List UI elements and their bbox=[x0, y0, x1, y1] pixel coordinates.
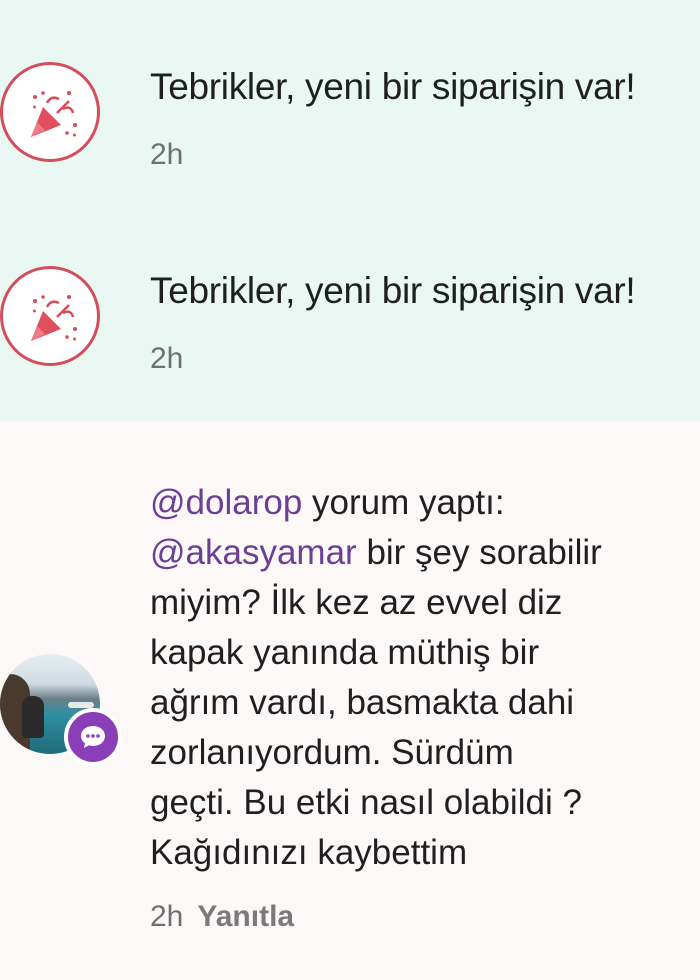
notification-time: 2h bbox=[150, 138, 184, 171]
notification-comment[interactable]: @dolarop yorum yaptı: @akasyamar bir şey… bbox=[0, 422, 700, 980]
username-link[interactable]: @dolarop bbox=[150, 483, 302, 522]
party-popper-icon bbox=[0, 266, 100, 366]
party-popper-icon bbox=[0, 62, 100, 162]
comment-line-1: @dolarop yorum yaptı: bbox=[150, 478, 695, 528]
comment-action: yorum yaptı: bbox=[312, 483, 505, 522]
avatar-person bbox=[22, 696, 44, 738]
comment-line-6: zorlanıyordum. Sürdüm bbox=[150, 733, 514, 772]
reply-button[interactable]: Yanıtla bbox=[197, 900, 294, 933]
notification-time: 2h bbox=[150, 342, 184, 375]
comment-bubble-icon bbox=[64, 708, 122, 766]
comment-line-7: geçti. Bu etki nasıl olabildi ? bbox=[150, 783, 582, 822]
notification-text: Tebrikler, yeni bir siparişin var! bbox=[150, 66, 636, 107]
comment-meta: 2h Yanıtla bbox=[150, 900, 294, 934]
comment-text-part: bir şey sorabilir bbox=[366, 533, 602, 572]
mention-link[interactable]: @akasyamar bbox=[150, 533, 357, 572]
comment-line-2: @akasyamar bir şey sorabilir bbox=[150, 528, 695, 578]
notification-text: Tebrikler, yeni bir siparişin var! bbox=[150, 270, 636, 311]
comment-text: @dolarop yorum yaptı: @akasyamar bir şey… bbox=[150, 478, 695, 878]
comment-line-3: miyim? İlk kez az evvel diz bbox=[150, 583, 563, 622]
comment-line-5: ağrım vardı, basmakta dahi bbox=[150, 683, 575, 722]
comment-time: 2h bbox=[150, 900, 184, 933]
notification-order-2[interactable]: Tebrikler, yeni bir siparişin var! 2h bbox=[0, 212, 700, 422]
comment-line-8: Kağıdınızı kaybettim bbox=[150, 833, 468, 872]
comment-line-4: kapak yanında müthiş bir bbox=[150, 633, 540, 672]
notification-order-1[interactable]: Tebrikler, yeni bir siparişin var! 2h bbox=[0, 0, 700, 212]
